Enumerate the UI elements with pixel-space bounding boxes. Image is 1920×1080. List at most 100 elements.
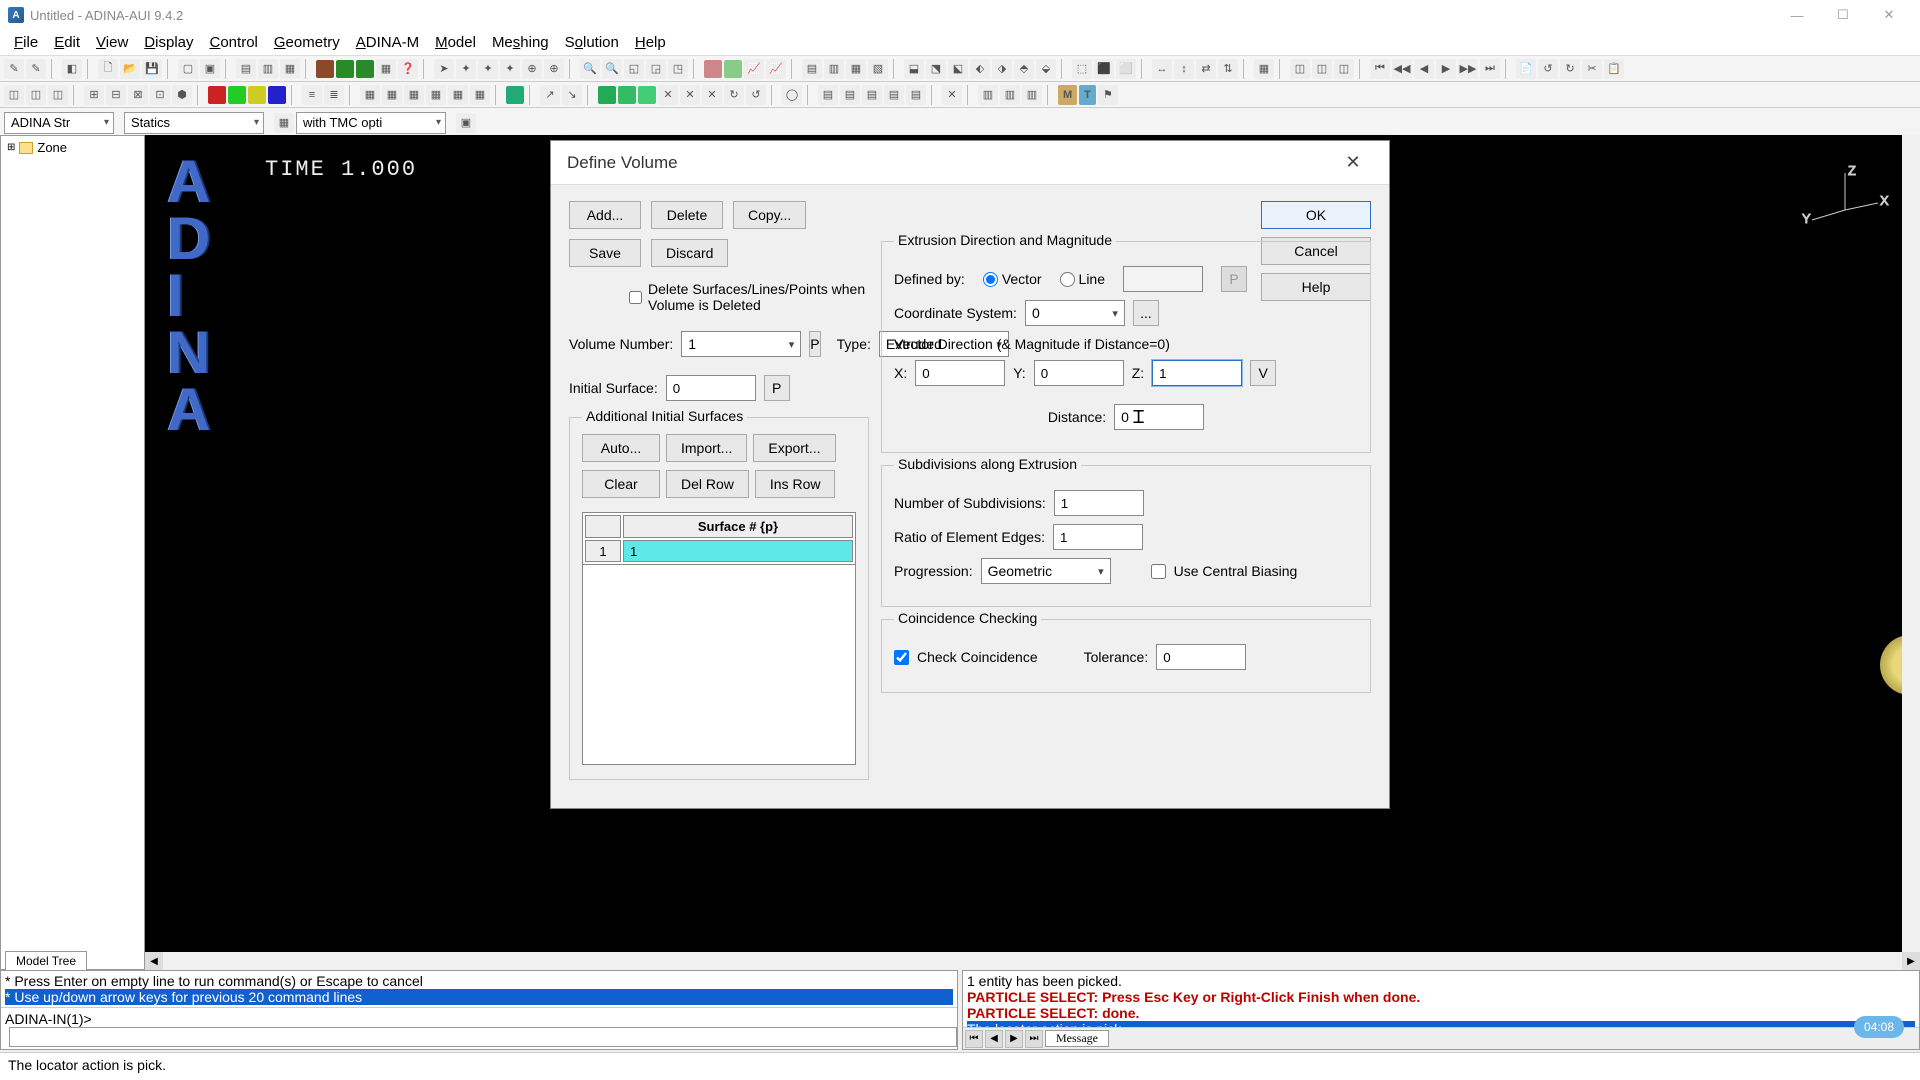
auto-button[interactable]: Auto... [582,434,660,462]
surfaces-table[interactable]: Surface # {p} 1 1 [582,512,856,565]
tool-icon[interactable]: ⬕ [948,59,968,79]
tool-icon[interactable]: ▦ [376,59,396,79]
save-icon[interactable]: 💾 [142,59,162,79]
menu-meshing[interactable]: Meshing [484,32,557,53]
tool-icon[interactable]: ▦ [470,85,490,105]
tool-icon[interactable]: ⬢ [172,85,192,105]
export-button[interactable]: Export... [753,434,835,462]
tool-icon[interactable] [724,60,742,78]
tool-icon[interactable]: ✦ [456,59,476,79]
zoom-in-icon[interactable]: 🔍 [580,59,600,79]
menu-help[interactable]: Help [627,32,674,53]
tool-icon[interactable]: ▧ [868,59,888,79]
tool-icon[interactable]: ↻ [1560,59,1580,79]
next-icon[interactable]: ▶ [1005,1030,1023,1048]
tool-icon[interactable]: T [1079,85,1096,105]
analysis-combo[interactable]: Statics [124,112,264,134]
tool-icon[interactable]: ⬚ [1072,59,1092,79]
tool-icon[interactable]: ◫ [1334,59,1354,79]
x-input[interactable] [915,360,1005,386]
tool-icon[interactable]: ↔ [1152,59,1172,79]
tool-icon[interactable] [336,60,354,78]
menu-geometry[interactable]: Geometry [266,32,348,53]
zoom-out-icon[interactable]: 🔍 [602,59,622,79]
tool-icon[interactable]: ⬓ [904,59,924,79]
tool-icon[interactable]: ⬗ [992,59,1012,79]
tool-icon[interactable]: ✎ [26,59,46,79]
discard-button[interactable]: Discard [651,239,728,267]
prev-icon[interactable]: ◀◀ [1392,59,1412,79]
tool-icon[interactable]: ◫ [48,85,68,105]
tool-icon[interactable]: ⊕ [544,59,564,79]
tool-icon[interactable]: M [1058,85,1077,105]
tool-icon[interactable] [356,60,374,78]
tool-icon[interactable]: ⊟ [106,85,126,105]
ratio-input[interactable] [1053,524,1143,550]
distance-input[interactable]: 0Ꮖ [1114,404,1204,430]
tool-icon[interactable]: ⬜ [1116,59,1136,79]
num-subdivisions-input[interactable] [1054,490,1144,516]
save-button[interactable]: Save [569,239,641,267]
tool-icon[interactable]: ≡ [302,85,322,105]
tool-icon[interactable]: ⊡ [150,85,170,105]
line-radio[interactable] [1060,272,1075,287]
message-console[interactable]: 1 entity has been picked. PARTICLE SELEC… [962,970,1920,1050]
fwd-icon[interactable]: ▶ [1436,59,1456,79]
tool-icon[interactable]: ▥ [1022,85,1042,105]
tool-icon[interactable]: ▤ [840,85,860,105]
tool-icon[interactable]: ◫ [4,85,24,105]
menu-display[interactable]: Display [136,32,201,53]
tool-icon[interactable]: ▦ [846,59,866,79]
table-row[interactable]: 1 1 [585,540,853,562]
scroll-right-icon[interactable]: ▶ [1902,952,1920,970]
z-input[interactable] [1152,360,1242,386]
tool-icon[interactable]: ⊠ [128,85,148,105]
tool-icon[interactable]: ▦ [382,85,402,105]
scroll-left-icon[interactable]: ◀ [145,952,163,970]
tool-icon[interactable]: ↕ [1174,59,1194,79]
tree-item-zone[interactable]: ⊞ Zone [7,140,138,155]
menu-solution[interactable]: Solution [557,32,627,53]
tool-icon[interactable] [638,86,656,104]
expand-icon[interactable]: ⊞ [7,142,15,153]
tool-icon[interactable]: ⇄ [1196,59,1216,79]
progression-select[interactable]: Geometric [981,558,1111,584]
tool-icon[interactable]: 📈 [744,59,764,79]
ins-row-button[interactable]: Ins Row [755,470,836,498]
maximize-button[interactable]: ☐ [1820,0,1866,30]
tool-icon[interactable] [506,86,524,104]
tool-icon[interactable]: ◳ [668,59,688,79]
tool-icon[interactable]: ⬘ [1014,59,1034,79]
y-input[interactable] [1034,360,1124,386]
menu-model[interactable]: Model [427,32,484,53]
tool-icon[interactable]: ↺ [746,85,766,105]
tool-icon[interactable]: ✎ [4,59,24,79]
tool-icon[interactable]: ▦ [1254,59,1274,79]
command-input[interactable] [9,1027,957,1047]
vector-radio[interactable] [983,272,998,287]
volume-number-select[interactable]: 1 [681,331,801,357]
tool-icon[interactable]: ✦ [478,59,498,79]
prev-icon[interactable]: ◀ [985,1030,1003,1048]
tool-icon[interactable] [248,86,266,104]
module-combo[interactable]: ADINA Str [4,112,114,134]
tool-icon[interactable]: ⊕ [522,59,542,79]
tool-icon[interactable] [268,86,286,104]
open-icon[interactable]: 📂 [120,59,140,79]
tool-icon[interactable]: ⬔ [926,59,946,79]
delete-button[interactable]: Delete [651,201,723,229]
tool-icon[interactable]: ◫ [26,85,46,105]
import-button[interactable]: Import... [666,434,747,462]
tool-icon[interactable] [208,86,226,104]
dialog-titlebar[interactable]: Define Volume ✕ [551,141,1389,185]
next-icon[interactable]: ▶▶ [1458,59,1478,79]
tool-icon[interactable]: 📄 [1516,59,1536,79]
tool-icon[interactable]: ▦ [360,85,380,105]
tool-icon[interactable]: 📋 [1604,59,1624,79]
tool-icon[interactable]: ◧ [62,59,82,79]
tool-icon[interactable]: ▤ [818,85,838,105]
dots-button[interactable]: ... [1133,300,1159,326]
tool-icon[interactable]: 📈 [766,59,786,79]
tool-icon[interactable] [704,60,722,78]
tool-icon[interactable]: ▢ [178,59,198,79]
